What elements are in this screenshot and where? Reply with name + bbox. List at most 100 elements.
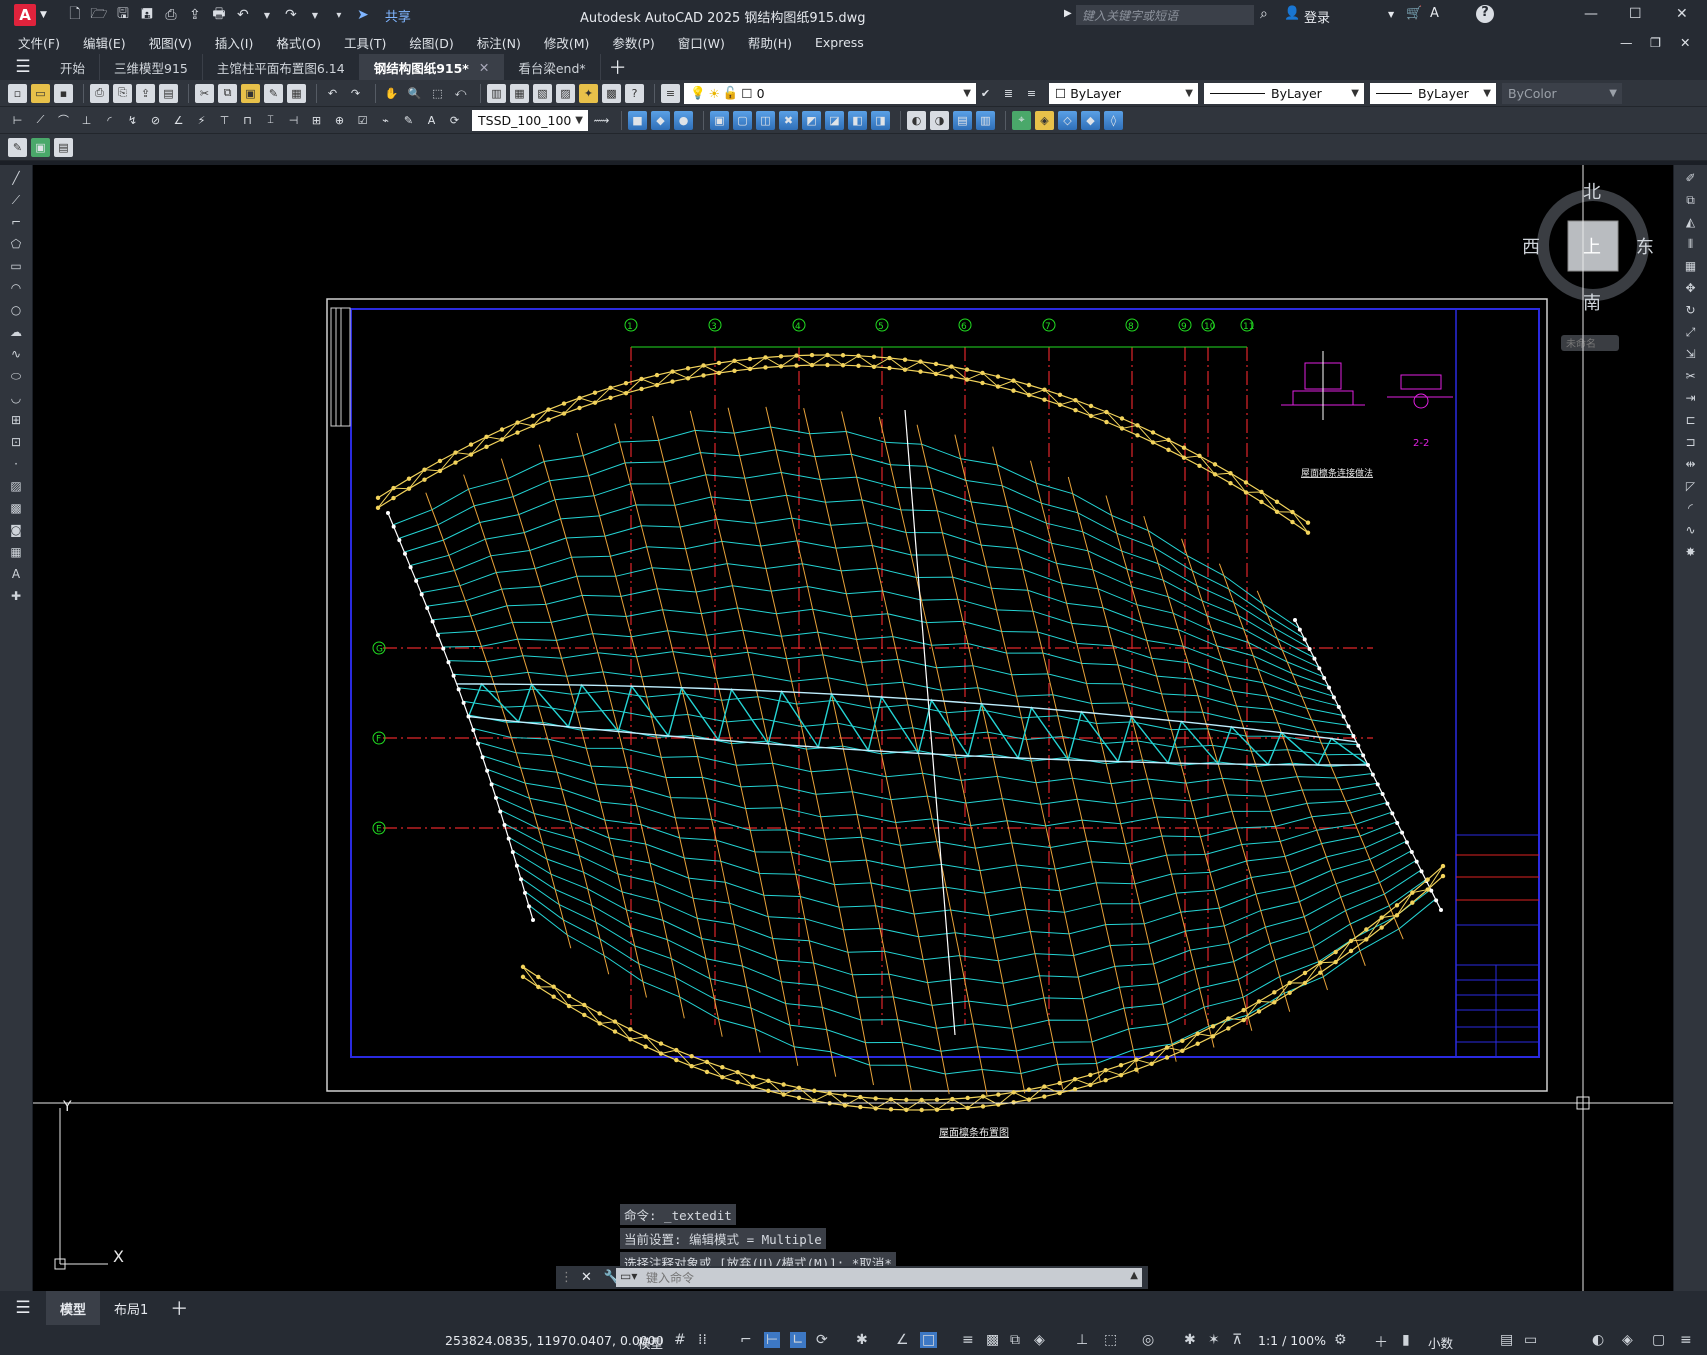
dynamic-input-icon[interactable]: ⊢ (764, 1332, 781, 1348)
dim-jogged-icon[interactable]: ↯ (123, 111, 142, 130)
blend-icon[interactable]: ∿ (1682, 521, 1700, 539)
dim-space-icon[interactable]: ⌶ (261, 111, 280, 130)
lock-ui-icon[interactable]: ▭ (1524, 1332, 1537, 1348)
drawing-canvas[interactable]: 1 3 4 5 6 7 8 9 10 11 G F E 2-2 屋面檩条连接做法 屋面檩条布置图 上 北… (33, 165, 1673, 1291)
paste-icon[interactable]: ▣ (241, 83, 260, 103)
erase-icon[interactable]: ✐ (1682, 169, 1700, 187)
design-center-icon[interactable]: ▦ (510, 83, 529, 103)
customize-status-icon[interactable]: ≡ (1680, 1332, 1692, 1348)
hatch-icon[interactable]: ▨ (7, 477, 25, 495)
rotate-icon[interactable]: ↻ (1682, 301, 1700, 319)
quick-dim-icon[interactable]: ⚡ (192, 111, 211, 130)
minimize-icon[interactable]: — (1584, 6, 1598, 22)
dim-diameter-icon[interactable]: ⊘ (146, 111, 165, 130)
menu-express[interactable]: Express (815, 35, 864, 50)
zoom-previous-icon[interactable]: ⤺ (451, 84, 470, 103)
menu-tools[interactable]: 工具(T) (344, 33, 386, 52)
units-value[interactable]: 小数 (1428, 1333, 1453, 1352)
open-folder-icon[interactable]: 🗁 (90, 6, 107, 23)
subtract-icon[interactable]: ▢ (733, 110, 752, 130)
publish-tool-icon[interactable]: ⇪ (136, 83, 155, 103)
plot-icon[interactable]: ⎙ (90, 83, 109, 103)
stretch-icon[interactable]: ⇲ (1682, 345, 1700, 363)
ucs-world-icon[interactable]: ◈ (1035, 110, 1054, 130)
command-close-icon[interactable]: ✕ (581, 1270, 592, 1285)
drawing-svg[interactable]: 1 3 4 5 6 7 8 9 10 11 G F E 2-2 屋面檩条连接做法 屋面檩条布置图 上 北… (33, 165, 1673, 1291)
doc-restore-icon[interactable]: ❐ (1650, 35, 1661, 50)
new-tab-plus-icon[interactable]: ＋ (601, 54, 635, 80)
make-block-icon[interactable]: ⊡ (7, 433, 25, 451)
menu-help[interactable]: 帮助(H) (748, 33, 792, 52)
tab-model[interactable]: 模型 (46, 1291, 101, 1325)
menu-file[interactable]: 文件(F) (18, 33, 60, 52)
redo-tool-icon[interactable]: ↷ (346, 84, 365, 103)
separate-icon[interactable]: ◨ (871, 110, 890, 130)
close-icon[interactable]: ✕ (1676, 6, 1688, 22)
undo-dropdown-icon[interactable]: ▼ (259, 7, 275, 23)
make-current-layer-icon[interactable]: ✔ (976, 84, 995, 103)
explode-icon[interactable]: ✸ (1682, 543, 1700, 561)
share-button[interactable]: 共享 (385, 6, 411, 25)
cut-icon[interactable]: ✂ (195, 83, 214, 103)
tab-stand-beam[interactable]: 看台梁end* (504, 54, 601, 80)
ucs-previous-icon[interactable]: ◇ (1058, 110, 1077, 130)
color-dropdown[interactable]: ☐ ByLayer ▼ (1049, 82, 1198, 104)
cart-icon[interactable]: 🛒 (1406, 6, 1422, 21)
command-history-arrow-icon[interactable]: ▲ (1130, 1270, 1138, 1281)
tab-layout1[interactable]: 布局1 (100, 1291, 162, 1325)
share-icon[interactable]: ➤ (355, 7, 371, 23)
menu-window[interactable]: 窗口(W) (678, 33, 725, 52)
3d-osnap-icon[interactable]: ◈ (1034, 1332, 1045, 1348)
dim-style-manager-icon[interactable]: ⟿ (592, 111, 611, 130)
tab-start[interactable]: 开始 (46, 54, 101, 80)
move-icon[interactable]: ✥ (1682, 279, 1700, 297)
array-icon[interactable]: ▦ (1682, 257, 1700, 275)
mirror-icon[interactable]: ◭ (1682, 213, 1700, 231)
hamburger-menu-icon[interactable]: ☰ (0, 54, 46, 80)
annotation-scale-icon[interactable]: ⊼ (1232, 1332, 1242, 1348)
workspace-gear-icon[interactable]: ⚙ (1334, 1332, 1347, 1348)
linetype-dropdown[interactable]: ByLayer ▼ (1204, 82, 1364, 104)
polygon-icon[interactable]: ⬠ (7, 235, 25, 253)
layer-freeze-sun-icon[interactable]: ☀ (709, 86, 720, 101)
dim-edit-icon[interactable]: ✎ (399, 111, 418, 130)
command-grip-icon[interactable]: ⋮ (560, 1270, 573, 1285)
login-dropdown-icon[interactable]: ▼ (1388, 10, 1394, 19)
doc-close-icon[interactable]: ✕ (1680, 35, 1690, 50)
clean-screen-icon[interactable]: ▢ (1652, 1332, 1665, 1348)
graphics-performance-icon[interactable]: ◈ (1622, 1332, 1633, 1348)
annotation-monitor-icon[interactable]: ＋ (1374, 1332, 1388, 1352)
help-tool-icon[interactable]: ? (625, 83, 644, 103)
match-properties-icon[interactable]: ✎ (264, 83, 283, 103)
gizmo-icon[interactable]: ◎ (1142, 1332, 1154, 1348)
new-file-icon[interactable]: 🗋 (67, 6, 83, 23)
menu-draw[interactable]: 绘图(D) (409, 33, 453, 52)
login-button[interactable]: 登录 (1304, 7, 1330, 26)
solid-edit-icon[interactable]: ◧ (848, 110, 867, 130)
transparency-icon[interactable]: ▩ (986, 1332, 999, 1348)
polyline-icon[interactable]: ⌐ (7, 213, 25, 231)
gradient-icon[interactable]: ▩ (7, 499, 25, 517)
chamfer-icon[interactable]: ◸ (1682, 477, 1700, 495)
jogged-linear-icon[interactable]: ⌁ (376, 111, 395, 130)
viewcube-north[interactable]: 北 (1583, 182, 1601, 203)
3dprint-icon[interactable]: ▤ (159, 83, 178, 103)
dimstyle-dropdown[interactable]: TSSD_100_100 ▼ (472, 109, 588, 131)
viewcube-south[interactable]: 南 (1583, 293, 1601, 314)
dim-linear-icon[interactable]: ⊢ (8, 111, 27, 130)
coordinates-readout[interactable]: 253824.0835, 11970.0407, 0.0000 (445, 1333, 664, 1348)
add-layout-icon[interactable]: ＋ (170, 1295, 188, 1321)
dim-ordinate-icon[interactable]: ⊥ (77, 111, 96, 130)
lineweight-toggle-icon[interactable]: ≡ (962, 1332, 974, 1348)
extend-icon[interactable]: ⇥ (1682, 389, 1700, 407)
ellipse-icon[interactable]: ⬭ (7, 367, 25, 385)
lineweight-dropdown[interactable]: ByLayer ▼ (1370, 82, 1496, 104)
dynamic-ucs-icon[interactable]: ⊥ (1076, 1332, 1088, 1348)
search-icon[interactable]: ⌕ (1260, 6, 1268, 22)
tool-palettes-icon[interactable]: ▧ (533, 83, 552, 103)
tab-3d-model[interactable]: 三维模型915 (100, 54, 203, 80)
tolerance-icon[interactable]: ⊞ (307, 111, 326, 130)
infer-constraints-icon[interactable]: ⌐ (740, 1332, 752, 1348)
annotation-visibility-icon[interactable]: ✱ (1184, 1332, 1196, 1348)
copy-icon[interactable]: ⧉ (218, 83, 237, 103)
